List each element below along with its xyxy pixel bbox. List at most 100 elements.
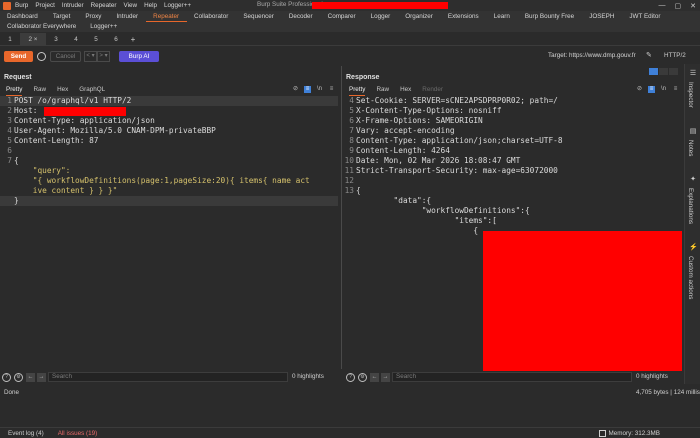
request-tab-raw[interactable]: Raw <box>33 85 46 95</box>
close-icon[interactable]: ✕ <box>690 2 696 10</box>
tab-joseph[interactable]: JOSEPH <box>582 11 622 22</box>
tab-loggerplusplus[interactable]: Logger++ <box>83 22 124 32</box>
back-button[interactable]: < ▾ <box>84 50 97 62</box>
code-line: { <box>356 186 361 195</box>
subtab-3[interactable]: 3 <box>46 33 66 46</box>
prev-match-icon[interactable]: ← <box>26 372 35 382</box>
code-line: Content-Type: application/json;charset=U… <box>356 136 563 145</box>
help-icon[interactable]: ? <box>346 372 355 382</box>
response-header: Response <box>346 74 380 81</box>
wrap-icon[interactable]: ≡ <box>304 86 311 93</box>
tab-proxy[interactable]: Proxy <box>78 11 109 22</box>
menu-icon[interactable]: ≡ <box>672 86 679 93</box>
request-highlight-count: 0 highlights <box>292 373 324 380</box>
cancel-button[interactable]: Cancel <box>50 50 81 62</box>
split-vertical-icon[interactable] <box>659 68 668 75</box>
response-tab-raw[interactable]: Raw <box>376 85 389 95</box>
menu-project[interactable]: Project <box>35 2 55 9</box>
request-tab-hex[interactable]: Hex <box>57 85 68 95</box>
split-horizontal-icon[interactable] <box>649 68 658 75</box>
sidebar-explanations[interactable]: Explanations <box>687 188 694 224</box>
tab-logger[interactable]: Logger <box>364 11 399 22</box>
edit-target-icon[interactable]: ✎ <box>646 51 652 59</box>
menu-intruder[interactable]: Intruder <box>62 2 84 9</box>
line-number: 6 <box>349 116 354 125</box>
tab-repeater[interactable]: Repeater <box>146 11 188 22</box>
explanations-icon[interactable]: ✦ <box>689 176 697 184</box>
request-tab-graphql[interactable]: GraphQL <box>79 85 105 95</box>
request-tab-pretty[interactable]: Pretty <box>6 85 23 96</box>
sidebar-custom-actions[interactable]: Custom actions <box>687 256 694 299</box>
tab-comparer[interactable]: Comparer <box>321 11 364 22</box>
request-header: Request <box>4 74 32 81</box>
cursor-line-highlight <box>0 196 338 206</box>
subtab-6[interactable]: 6 <box>106 33 126 46</box>
tab-organizer[interactable]: Organizer <box>398 11 441 22</box>
prev-match-icon[interactable]: ← <box>370 372 379 382</box>
add-tab-icon[interactable]: + <box>126 35 140 44</box>
subtab-2[interactable]: 2 × <box>20 32 46 46</box>
wrap-icon[interactable]: ≡ <box>648 86 655 93</box>
menu-repeater[interactable]: Repeater <box>91 2 117 9</box>
tab-sequencer[interactable]: Sequencer <box>236 11 281 22</box>
tab-collaborator-everywhere[interactable]: Collaborator Everywhere <box>0 22 83 32</box>
menu-burp[interactable]: Burp <box>15 2 28 9</box>
tab-burp-bounty-free[interactable]: Burp Bounty Free <box>518 11 582 22</box>
help-icon[interactable]: ? <box>2 372 11 382</box>
maximize-icon[interactable]: ▢ <box>675 2 682 10</box>
inspector-icon[interactable]: ☰ <box>689 70 697 78</box>
response-tab-render[interactable]: Render <box>422 85 443 95</box>
custom-actions-icon[interactable]: ⚡ <box>689 244 698 252</box>
response-tab-hex[interactable]: Hex <box>400 85 411 95</box>
line-number: 13 <box>344 186 354 195</box>
request-search-input[interactable]: Search <box>48 372 288 382</box>
tab-decoder[interactable]: Decoder <box>282 11 321 22</box>
tab-jwt-editor[interactable]: JWT Editor <box>622 11 668 22</box>
burp-ai-button[interactable]: Burp AI <box>119 50 159 62</box>
next-match-icon[interactable]: → <box>381 372 390 382</box>
line-number: 8 <box>349 136 354 145</box>
menu-logger[interactable]: Logger++ <box>164 2 191 9</box>
response-tab-pretty[interactable]: Pretty <box>349 85 366 96</box>
event-log-link[interactable]: Event log (4) <box>8 430 44 437</box>
line-number: 7 <box>349 126 354 135</box>
sidebar-notes[interactable]: Notes <box>687 140 694 156</box>
hide-icon[interactable]: ⊘ <box>636 86 643 93</box>
all-issues-link[interactable]: All issues (19) <box>58 430 98 437</box>
response-search-input[interactable]: Search <box>392 372 632 382</box>
code-line: POST /o/graphql/v1 HTTP/2 <box>14 96 132 105</box>
hide-icon[interactable]: ⊘ <box>292 86 299 93</box>
next-match-icon[interactable]: → <box>37 372 46 382</box>
menu-view[interactable]: View <box>124 2 138 9</box>
minimize-icon[interactable]: — <box>659 2 666 9</box>
layout-toggle <box>649 68 679 75</box>
tab-learn[interactable]: Learn <box>487 11 518 22</box>
sidebar-inspector[interactable]: Inspector <box>687 82 694 108</box>
menu-help[interactable]: Help <box>144 2 157 9</box>
gear-icon[interactable] <box>37 51 46 61</box>
protocol-label[interactable]: HTTP/2 <box>664 52 686 59</box>
request-view-tabs: Pretty Raw Hex GraphQL <box>6 85 116 96</box>
subtab-1[interactable]: 1 <box>0 33 20 46</box>
subtab-4[interactable]: 4 <box>66 33 86 46</box>
tab-dashboard[interactable]: Dashboard <box>0 11 46 22</box>
tab-intruder[interactable]: Intruder <box>109 11 146 22</box>
forward-button[interactable]: > ▾ <box>97 50 110 62</box>
window-controls: — ▢ ✕ <box>650 0 697 11</box>
target-label[interactable]: Target: https://www.dmp.gouv.fr <box>548 52 636 59</box>
subtab-5[interactable]: 5 <box>86 33 106 46</box>
send-button[interactable]: Send <box>4 50 33 62</box>
settings-icon[interactable]: ⚙ <box>14 372 23 382</box>
request-editor[interactable]: 1 POST /o/graphql/v1 HTTP/2 2 Host: 3 Co… <box>0 96 340 368</box>
newline-icon[interactable]: \n <box>660 86 667 93</box>
split-tabs-icon[interactable] <box>669 68 678 75</box>
code-line: "items":[ <box>356 216 497 225</box>
menu-icon[interactable]: ≡ <box>328 86 335 93</box>
newline-icon[interactable]: \n <box>316 86 323 93</box>
tab-target[interactable]: Target <box>46 11 79 22</box>
tab-collaborator[interactable]: Collaborator <box>187 11 236 22</box>
settings-icon[interactable]: ⚙ <box>358 372 367 382</box>
tab-extensions[interactable]: Extensions <box>441 11 487 22</box>
line-number: 4 <box>7 126 12 135</box>
notes-icon[interactable]: ▤ <box>689 128 697 136</box>
